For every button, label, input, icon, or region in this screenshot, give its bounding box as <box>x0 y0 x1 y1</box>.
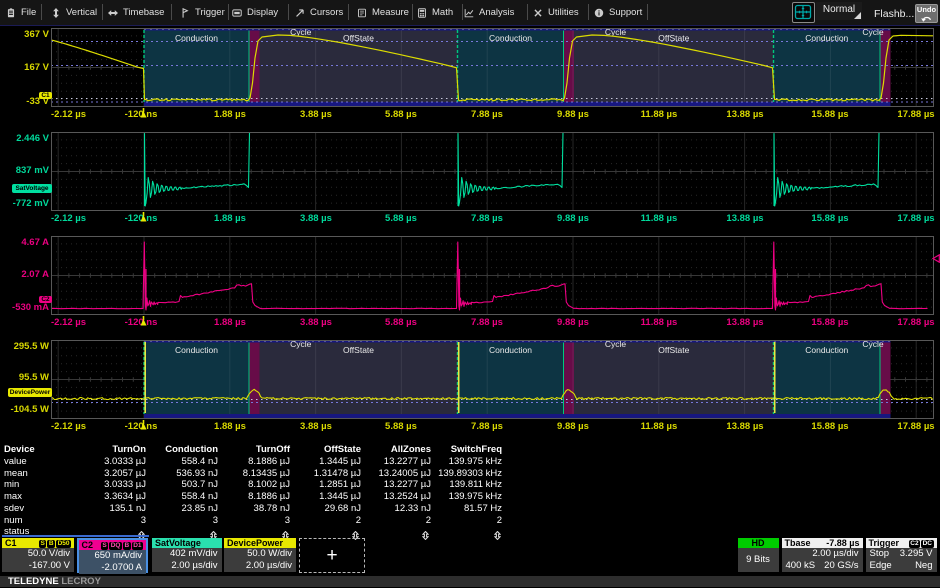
svg-text:Cycle: Cycle <box>862 28 884 37</box>
svg-text:Conduction: Conduction <box>489 33 532 43</box>
svg-text:Conduction: Conduction <box>489 345 532 355</box>
svg-text:Conduction: Conduction <box>805 345 848 355</box>
svg-text:Cycle: Cycle <box>862 340 884 349</box>
svg-text:Cycle: Cycle <box>290 340 312 349</box>
svg-text:Conduction: Conduction <box>175 345 218 355</box>
svg-text:OffState: OffState <box>658 345 689 355</box>
svg-text:OffState: OffState <box>343 345 374 355</box>
svg-text:Cycle: Cycle <box>605 340 627 349</box>
